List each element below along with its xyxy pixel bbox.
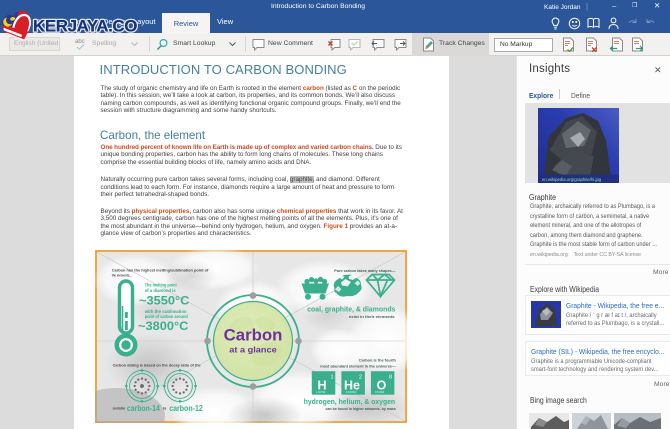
svg-text:can be found in higher amounts: can be found in higher amounts, by mass [326, 406, 397, 411]
svg-text:~3550°C: ~3550°C [139, 293, 190, 307]
svg-text:exist in their elements: exist in their elements [349, 314, 395, 319]
svg-text:Carbon is the fourth: Carbon is the fourth [359, 357, 397, 362]
svg-text:15.9994: 15.9994 [375, 390, 385, 394]
svg-text:of a diamond is: of a diamond is [145, 288, 177, 293]
svg-text:The melting point: The melting point [145, 283, 178, 288]
svg-text:coal, graphite, & diamonds: coal, graphite, & diamonds [307, 306, 395, 313]
svg-text:carbon-14: carbon-14 [127, 403, 160, 413]
svg-text:at a glance: at a glance [229, 345, 277, 355]
svg-text:8: 8 [389, 375, 392, 381]
svg-text:with the sublimation: with the sublimation [144, 309, 187, 314]
svg-text:1: 1 [331, 375, 334, 381]
svg-text:carbon-12: carbon-12 [169, 403, 203, 413]
svg-text:hydrogen, helium, & oxygen: hydrogen, helium, & oxygen [304, 399, 395, 406]
svg-text:en.wikipedia.org/graphite/hi.j: en.wikipedia.org/graphite/hi.jpg [542, 177, 602, 182]
svg-text:the elements...: the elements... [112, 273, 132, 278]
svg-text:1.00794: 1.00794 [316, 390, 326, 394]
svg-text:4.002602: 4.002602 [346, 390, 357, 394]
svg-text:most abundant element in the u: most abundant element in the universe— [320, 363, 396, 368]
svg-text:KERJAYA.CO: KERJAYA.CO [33, 17, 137, 36]
svg-text:2: 2 [359, 375, 362, 381]
svg-text:Pure carbon takes many shapes—: Pure carbon takes many shapes— [334, 268, 395, 273]
svg-text:unstable: unstable [113, 406, 126, 411]
svg-text:Carbon: Carbon [224, 327, 283, 345]
svg-text:~3800°C: ~3800°C [138, 319, 189, 333]
svg-text:Carbon dating is based on the: Carbon dating is based on the decay rati… [113, 363, 202, 368]
